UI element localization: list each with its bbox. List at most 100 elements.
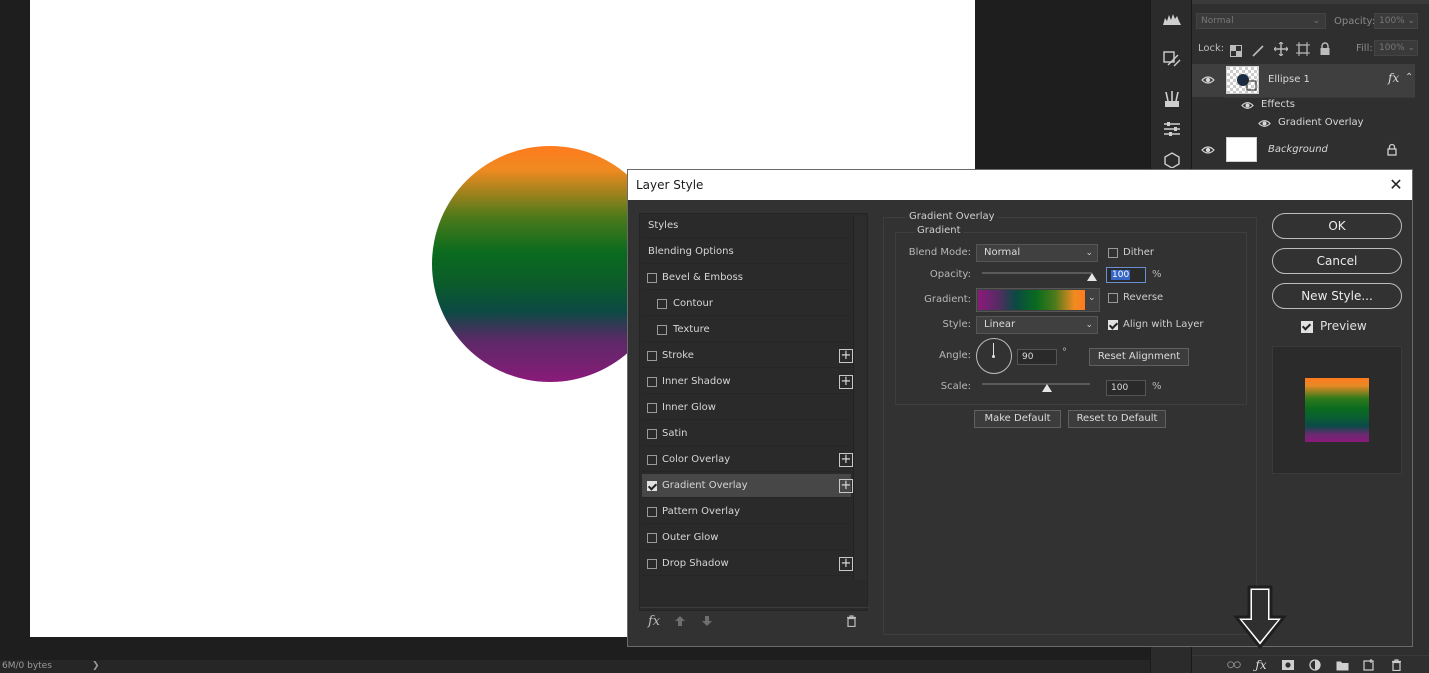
layer-name-ellipse[interactable]: Ellipse 1 — [1268, 74, 1310, 85]
opacity-input[interactable]: 100 — [1106, 267, 1146, 283]
status-bar: 6M/0 bytes ❯ — [0, 660, 1150, 673]
lock-artboard-icon[interactable] — [1296, 41, 1310, 56]
visibility-eye-icon[interactable] — [1258, 117, 1272, 131]
drop-shadow-checkbox[interactable] — [647, 559, 657, 569]
lock-transparent-icon[interactable] — [1230, 42, 1242, 57]
blend-mode-select[interactable]: Normal ⌄ — [976, 244, 1098, 262]
styles-list-scrollbar[interactable] — [853, 216, 866, 580]
reset-alignment-button[interactable]: Reset Alignment — [1089, 348, 1189, 366]
style-item-inner-glow[interactable]: Inner Glow — [642, 396, 851, 420]
histogram-icon[interactable] — [1159, 6, 1185, 32]
style-item-label: Contour — [673, 298, 713, 309]
layer-row-background[interactable]: Background — [1192, 134, 1415, 166]
style-item-texture[interactable]: Texture — [642, 318, 851, 342]
outer-glow-checkbox[interactable] — [647, 533, 657, 543]
layer-opacity-field[interactable]: 100% ⌄ — [1374, 13, 1418, 29]
gradient-swatch[interactable] — [978, 290, 1085, 310]
style-item-satin[interactable]: Satin — [642, 422, 851, 446]
add-drop-shadow-plus-icon[interactable]: + — [839, 557, 853, 571]
style-item-stroke[interactable]: Stroke + — [642, 344, 853, 368]
layer-effect-gradient-overlay[interactable]: Gradient Overlay — [1192, 115, 1415, 133]
satin-checkbox[interactable] — [647, 429, 657, 439]
reset-to-default-button[interactable]: Reset to Default — [1068, 410, 1166, 428]
new-group-folder-icon[interactable] — [1335, 659, 1349, 671]
move-up-icon[interactable] — [674, 615, 686, 631]
align-with-layer-checkbox[interactable] — [1108, 320, 1118, 330]
contour-checkbox[interactable] — [657, 299, 667, 309]
layer-effects-row[interactable]: Effects — [1192, 97, 1415, 114]
chevron-down-icon[interactable]: ⌄ — [1088, 293, 1096, 303]
style-item-color-overlay[interactable]: Color Overlay + — [642, 448, 853, 472]
scale-slider-track[interactable] — [982, 383, 1090, 385]
opacity-slider-track[interactable] — [982, 272, 1092, 274]
delete-effect-trash-icon[interactable] — [846, 615, 857, 631]
scale-input[interactable]: 100 — [1106, 380, 1146, 396]
make-default-button[interactable]: Make Default — [974, 410, 1061, 428]
layer-blend-mode-select[interactable]: Normal ⌄ — [1196, 13, 1326, 29]
chevron-down-icon: ⌄ — [1407, 43, 1415, 53]
add-layer-style-fx-icon[interactable]: ƒx — [1254, 658, 1268, 672]
add-gradient-overlay-plus-icon[interactable]: + — [839, 479, 853, 493]
gradient-picker[interactable]: ⌄ — [976, 288, 1100, 312]
bevel-emboss-checkbox[interactable] — [647, 273, 657, 283]
add-inner-shadow-plus-icon[interactable]: + — [839, 375, 853, 389]
link-layers-icon[interactable] — [1227, 659, 1241, 671]
style-item-inner-shadow[interactable]: Inner Shadow + — [642, 370, 853, 394]
fx-badge-icon[interactable]: fx — [1388, 71, 1399, 85]
style-item-contour[interactable]: Contour — [642, 292, 851, 316]
lock-all-icon[interactable] — [1319, 41, 1331, 55]
move-down-icon[interactable] — [701, 615, 713, 631]
opacity-slider-thumb[interactable] — [1087, 273, 1097, 281]
cancel-button[interactable]: Cancel — [1272, 248, 1402, 274]
visibility-eye-icon[interactable] — [1201, 143, 1215, 157]
brushes-icon[interactable] — [1159, 86, 1185, 112]
fx-menu-icon[interactable]: fx — [648, 614, 660, 629]
style-item-label: Inner Shadow — [662, 376, 731, 387]
adjustment-layer-icon[interactable] — [1308, 659, 1322, 671]
dither-checkbox[interactable] — [1108, 248, 1118, 258]
visibility-eye-icon[interactable] — [1201, 73, 1215, 87]
opacity-value: 100 — [1111, 270, 1131, 280]
add-mask-icon[interactable] — [1281, 659, 1295, 671]
dialog-titlebar[interactable]: Layer Style ✕ — [628, 170, 1412, 200]
layer-fill-field[interactable]: 100% ⌄ — [1374, 40, 1418, 56]
texture-checkbox[interactable] — [657, 325, 667, 335]
lock-pixels-brush-icon[interactable] — [1252, 42, 1264, 57]
style-item-outer-glow[interactable]: Outer Glow — [642, 526, 851, 550]
new-style-button[interactable]: New Style... — [1272, 283, 1402, 309]
delete-layer-trash-icon[interactable] — [1389, 659, 1403, 671]
gradient-style-select[interactable]: Linear ⌄ — [976, 316, 1098, 334]
layer-lock-icon[interactable] — [1387, 143, 1397, 156]
inner-glow-checkbox[interactable] — [647, 403, 657, 413]
ok-button[interactable]: OK — [1272, 213, 1402, 239]
style-item-gradient-overlay[interactable]: Gradient Overlay + — [642, 474, 853, 498]
visibility-eye-icon[interactable] — [1241, 99, 1255, 113]
style-item-pattern-overlay[interactable]: Pattern Overlay — [642, 500, 851, 524]
layer-row-ellipse-1[interactable]: Ellipse 1 fx ⌃ — [1192, 64, 1415, 97]
add-stroke-plus-icon[interactable]: + — [839, 349, 853, 363]
adjustments-sliders-icon[interactable] — [1159, 116, 1185, 142]
inner-shadow-checkbox[interactable] — [647, 377, 657, 387]
clone-source-icon[interactable] — [1159, 46, 1185, 72]
preview-checkbox[interactable] — [1301, 321, 1313, 333]
style-item-styles[interactable]: Styles — [642, 214, 851, 238]
close-icon[interactable]: ✕ — [1388, 177, 1404, 193]
status-menu-arrow-icon[interactable]: ❯ — [92, 660, 100, 673]
chevron-up-icon[interactable]: ⌃ — [1405, 72, 1413, 83]
layer-name-background[interactable]: Background — [1268, 144, 1328, 155]
color-overlay-checkbox[interactable] — [647, 455, 657, 465]
reverse-checkbox[interactable] — [1108, 293, 1118, 303]
lock-position-move-icon[interactable] — [1273, 41, 1289, 57]
style-item-drop-shadow[interactable]: Drop Shadow + — [642, 552, 853, 576]
3d-cube-icon[interactable] — [1159, 152, 1185, 168]
add-color-overlay-plus-icon[interactable]: + — [839, 453, 853, 467]
pattern-overlay-checkbox[interactable] — [647, 507, 657, 517]
angle-dial[interactable] — [976, 338, 1012, 374]
gradient-overlay-checkbox[interactable] — [647, 481, 657, 491]
angle-input[interactable]: 90 — [1017, 349, 1057, 365]
stroke-checkbox[interactable] — [647, 351, 657, 361]
new-layer-icon[interactable] — [1362, 659, 1376, 671]
style-item-blending-options[interactable]: Blending Options — [642, 240, 851, 264]
scale-slider-thumb[interactable] — [1041, 384, 1052, 392]
style-item-bevel-emboss[interactable]: Bevel & Emboss — [642, 266, 851, 290]
